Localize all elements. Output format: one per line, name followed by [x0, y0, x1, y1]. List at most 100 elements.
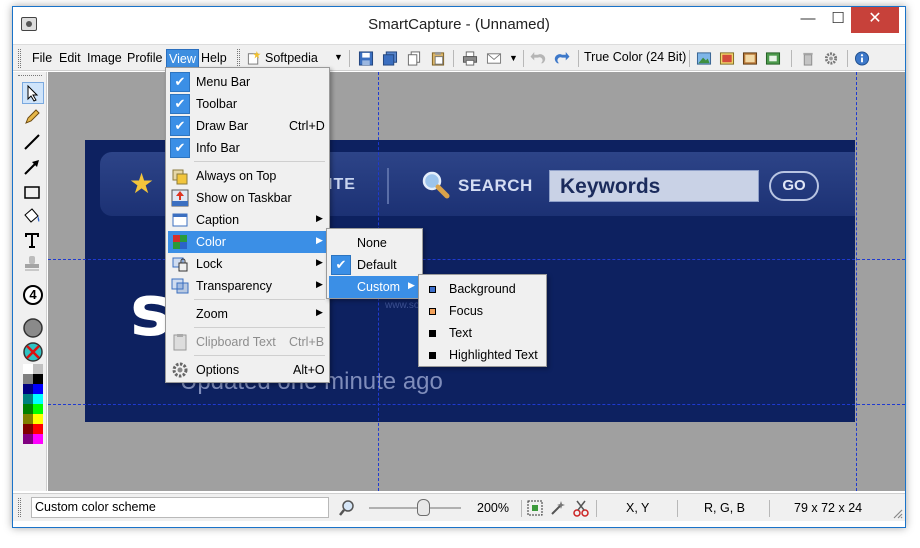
magic-wand-icon[interactable]	[549, 499, 567, 517]
image-tool-3-button[interactable]	[739, 48, 761, 69]
arrow-tool[interactable]	[22, 157, 44, 179]
rectangle-tool[interactable]	[22, 182, 44, 204]
color-swatch-icon	[429, 308, 436, 315]
menu-item-info-bar[interactable]: ✔ Info Bar	[168, 137, 327, 159]
menu-item-background[interactable]: Background	[421, 278, 544, 300]
profile-dropdown-arrow[interactable]: ▼	[334, 52, 343, 62]
menu-item-focus[interactable]: Focus	[421, 300, 544, 322]
palette-swatch[interactable]	[23, 364, 33, 374]
menu-item-show-on-taskbar[interactable]: Show on Taskbar	[168, 187, 327, 209]
palette-swatch[interactable]	[23, 404, 33, 414]
pencil-tool[interactable]	[22, 107, 44, 129]
fill-tool[interactable]	[22, 206, 44, 228]
scissors-icon[interactable]	[572, 499, 590, 517]
menu-image[interactable]: Image	[85, 49, 124, 68]
menu-item-text[interactable]: Text	[421, 322, 544, 344]
zoom-slider-track[interactable]	[369, 507, 461, 509]
delete-button[interactable]	[797, 48, 819, 69]
palette-swatch[interactable]	[23, 384, 33, 394]
menu-file[interactable]: File	[30, 49, 54, 68]
menu-item-menu-bar[interactable]: ✔ Menu Bar	[168, 71, 327, 93]
copy-icon	[407, 51, 421, 66]
redo-button[interactable]	[551, 48, 573, 69]
paste-button[interactable]	[427, 48, 449, 69]
color-circle-tool[interactable]	[22, 317, 44, 339]
color-depth-label[interactable]: True Color (24 Bit)	[584, 50, 686, 64]
paste-icon	[431, 51, 445, 66]
palette-swatch[interactable]	[23, 394, 33, 404]
menubar-grip[interactable]	[18, 49, 21, 68]
menu-item-draw-bar[interactable]: ✔ Draw Bar Ctrl+D	[168, 115, 327, 137]
save-all-button[interactable]	[379, 48, 401, 69]
menu-item-caption[interactable]: Caption ▶	[168, 209, 327, 231]
menu-item-transparency[interactable]: Transparency ▶	[168, 275, 327, 297]
transparent-color-tool[interactable]	[22, 341, 44, 363]
menu-item-color-default[interactable]: ✔ Default	[329, 254, 420, 276]
email-button[interactable]	[483, 48, 505, 69]
palette-swatch[interactable]	[33, 364, 43, 374]
crosshair-select-icon[interactable]	[526, 499, 544, 517]
submenu-arrow-icon: ▶	[316, 257, 323, 267]
palette-swatch[interactable]	[33, 374, 43, 384]
statusbar-grip[interactable]	[18, 498, 21, 517]
menu-edit[interactable]: Edit	[57, 49, 83, 68]
stamp-tool[interactable]	[22, 254, 44, 276]
toolbar-grip[interactable]	[237, 49, 240, 68]
vertical-guide-line[interactable]	[856, 72, 857, 491]
menu-item-color-custom[interactable]: Custom ▶	[329, 276, 420, 298]
menu-item-always-on-top[interactable]: Always on Top	[168, 165, 327, 187]
palette-swatch[interactable]	[23, 374, 33, 384]
select-tool[interactable]	[22, 82, 44, 104]
undo-button[interactable]	[527, 48, 549, 69]
color-swatch-icon	[429, 286, 436, 293]
menu-view[interactable]: View	[166, 49, 199, 68]
lock-icon	[172, 257, 188, 272]
menu-help[interactable]: Help	[199, 49, 229, 68]
separator	[521, 500, 522, 517]
image-tool-1-button[interactable]	[693, 48, 715, 69]
palette-swatch[interactable]	[33, 384, 43, 394]
text-tool-icon	[25, 233, 39, 248]
palette-swatch[interactable]	[33, 404, 43, 414]
image-tool-2-button[interactable]	[716, 48, 738, 69]
print-button[interactable]	[459, 48, 481, 69]
captured-divider	[387, 168, 389, 204]
palette-swatch[interactable]	[33, 424, 43, 434]
menu-item-highlighted-text[interactable]: Highlighted Text	[421, 344, 544, 366]
menu-profile[interactable]: Profile	[125, 49, 164, 68]
close-button[interactable]: ✕	[851, 7, 899, 33]
gear-icon	[824, 52, 838, 65]
zoom-magnifier-icon[interactable]	[338, 499, 356, 517]
zoom-slider-thumb[interactable]	[417, 499, 430, 516]
text-tool[interactable]	[22, 230, 44, 252]
email-dropdown-arrow[interactable]: ▼	[509, 53, 518, 63]
palette-swatch[interactable]	[23, 434, 33, 444]
menu-item-clipboard-text[interactable]: Clipboard Text Ctrl+B	[168, 331, 327, 353]
palette-swatch[interactable]	[23, 414, 33, 424]
palette-swatch[interactable]	[23, 424, 33, 434]
number-tool[interactable]: 4	[22, 284, 44, 306]
profile-selector[interactable]: Softpedia ▼	[245, 49, 345, 68]
menu-item-color[interactable]: Color ▶	[168, 231, 327, 253]
menu-item-lock[interactable]: Lock ▶	[168, 253, 327, 275]
line-tool[interactable]	[22, 132, 44, 154]
color-palette	[23, 364, 43, 448]
menu-item-toolbar[interactable]: ✔ Toolbar	[168, 93, 327, 115]
horizontal-guide-line[interactable]	[48, 404, 905, 405]
image-tool-4-button[interactable]	[762, 48, 784, 69]
palette-swatch[interactable]	[33, 434, 43, 444]
menu-item-label: Always on Top	[196, 169, 277, 183]
copy-button[interactable]	[403, 48, 425, 69]
settings-button[interactable]	[820, 48, 842, 69]
menu-item-color-none[interactable]: None	[329, 232, 420, 254]
drawbar-grip[interactable]	[18, 75, 42, 76]
about-button[interactable]	[851, 48, 873, 69]
menu-item-options[interactable]: Options Alt+O	[168, 359, 327, 381]
palette-swatch[interactable]	[33, 414, 43, 424]
palette-swatch[interactable]	[33, 394, 43, 404]
resize-grip-icon[interactable]	[891, 507, 903, 519]
save-button[interactable]	[355, 48, 377, 69]
minimize-button[interactable]: —	[793, 7, 823, 33]
maximize-button[interactable]: ☐	[823, 7, 853, 33]
menu-item-zoom[interactable]: Zoom ▶	[168, 303, 327, 325]
